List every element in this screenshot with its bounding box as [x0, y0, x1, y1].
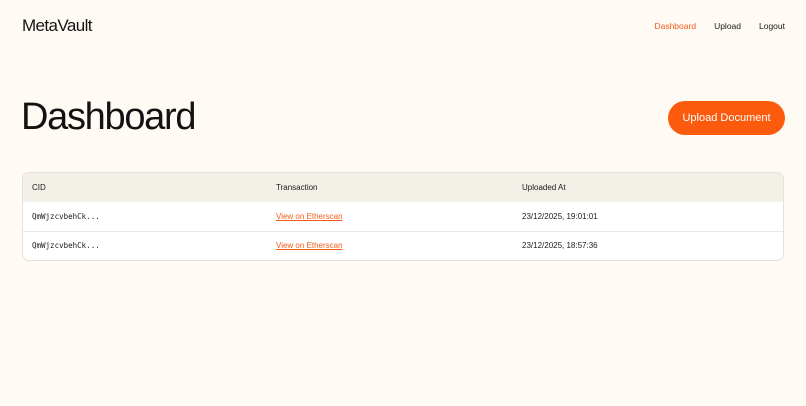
etherscan-link[interactable]: View on Etherscan — [276, 241, 343, 250]
uploaded-at-cell: 23/12/2025, 18:57:36 — [513, 230, 783, 260]
column-header-cid: CID — [32, 183, 46, 192]
column-header-transaction: Transaction — [276, 183, 318, 192]
cid-cell: QmWjzcvbehCk... — [32, 211, 100, 221]
upload-document-button[interactable]: Upload Document — [668, 101, 785, 135]
nav-upload[interactable]: Upload — [714, 21, 741, 31]
nav-logout[interactable]: Logout — [759, 21, 785, 31]
page-title: Dashboard — [21, 96, 197, 138]
nav-dashboard[interactable]: Dashboard — [654, 21, 696, 31]
cid-cell: QmWjzcvbehCk... — [23, 230, 267, 260]
table-row: QmWjzcvbehCk... View on Etherscan 23/12/… — [23, 230, 783, 260]
etherscan-link[interactable]: View on Etherscan — [276, 212, 343, 221]
table-row: QmWjzcvbehCk... View on Etherscan 23/12/… — [23, 202, 783, 231]
column-header-uploaded-at: Uploaded At — [522, 183, 566, 192]
main-nav: Dashboard Upload Logout — [654, 21, 785, 31]
app-logo[interactable]: MetaVault — [22, 16, 92, 36]
transaction-cell: View on Etherscan — [267, 202, 513, 231]
top-bar: MetaVault Dashboard Upload Logout — [0, 0, 806, 54]
uploaded-at-cell: 23/12/2025, 19:01:01 — [522, 211, 598, 221]
table-header-row: CID Transaction Uploaded At — [23, 173, 783, 202]
documents-table: CID Transaction Uploaded At QmWjzcvbehCk… — [22, 172, 784, 261]
transaction-cell: View on Etherscan — [267, 230, 513, 260]
